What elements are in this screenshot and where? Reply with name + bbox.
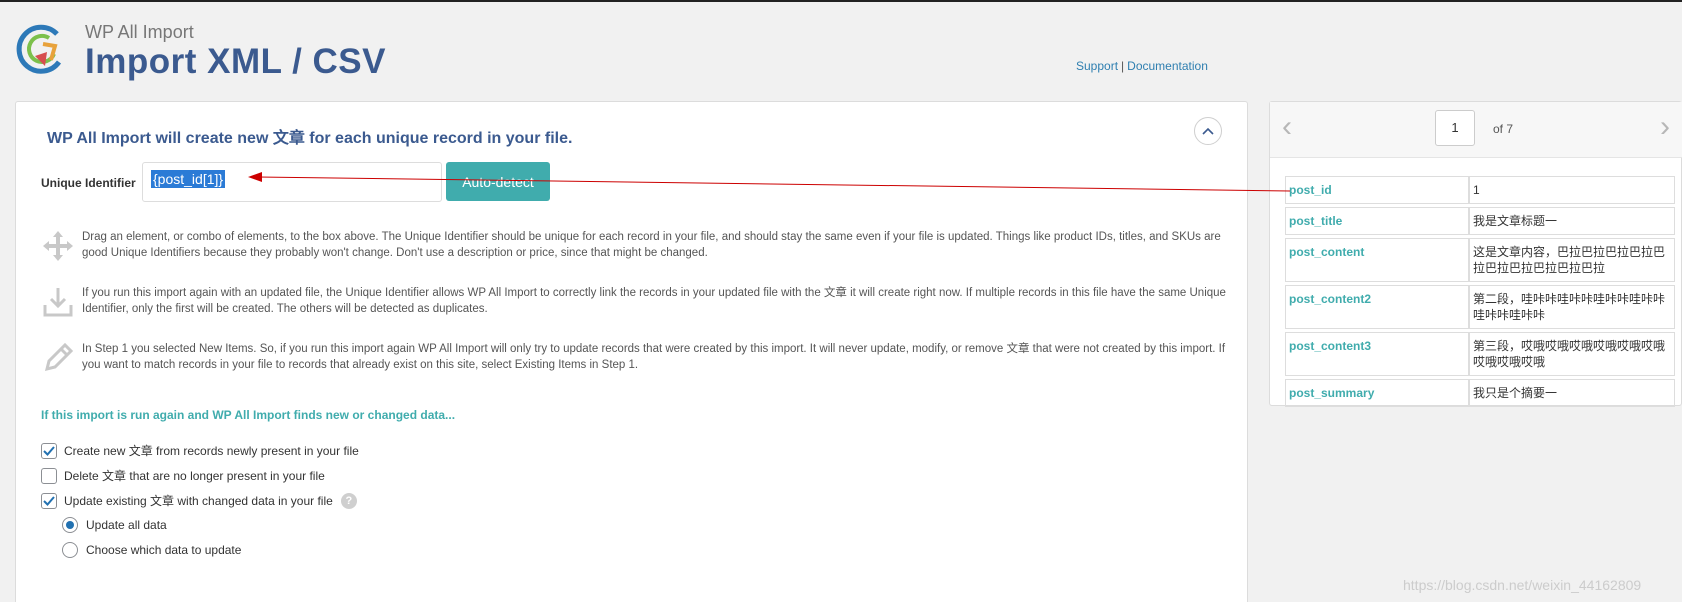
update-all-radio[interactable] <box>62 517 78 533</box>
table-row: post_title 我是文章标题一 <box>1285 207 1675 235</box>
mode-update-all[interactable]: Update all data <box>62 517 167 533</box>
unique-identifier-input[interactable]: {post_id[1]} <box>142 162 442 202</box>
option-label: Delete 文章 that are no longer present in … <box>64 469 325 483</box>
record-value[interactable]: 1 <box>1469 176 1675 204</box>
unique-identifier-panel: WP All Import will create new 文章 for eac… <box>15 101 1248 602</box>
drag-move-icon <box>43 231 73 261</box>
help-links: Support | Documentation <box>1076 59 1208 73</box>
record-key[interactable]: post_title <box>1285 207 1469 235</box>
record-table: post_id 1 post_title 我是文章标题一 post_conten… <box>1285 173 1675 410</box>
record-key[interactable]: post_content2 <box>1285 285 1469 329</box>
wp-all-import-logo-icon <box>16 24 62 74</box>
page-title: Import XML / CSV <box>85 42 386 81</box>
record-value[interactable]: 我是文章标题一 <box>1469 207 1675 235</box>
app-name: WP All Import <box>85 22 194 42</box>
auto-detect-button[interactable]: Auto-detect <box>446 162 550 201</box>
help-icon[interactable]: ? <box>340 492 357 509</box>
mode-label: Update all data <box>86 518 167 532</box>
info-text: Drag an element, or combo of elements, t… <box>82 231 1221 259</box>
record-value[interactable]: 第三段，哎哦哎哦哎哦哎哦哎哦哎哦哎哦哎哦哎哦 <box>1469 332 1675 376</box>
info-drag: Drag an element, or combo of elements, t… <box>41 229 1231 269</box>
update-existing-checkbox[interactable] <box>41 492 57 509</box>
option-label: Create new 文章 from records newly present… <box>64 444 359 458</box>
chevron-up-icon <box>1202 127 1214 135</box>
info-update: If you run this import again with an upd… <box>41 285 1231 325</box>
option-label: Update existing 文章 with changed data in … <box>64 494 333 508</box>
record-key[interactable]: post_summary <box>1285 379 1469 407</box>
info-text: In Step 1 you selected New Items. So, if… <box>82 343 1226 371</box>
link-separator: | <box>1121 59 1125 73</box>
record-pager: ‹ 1 of 7 › <box>1270 102 1682 158</box>
pencil-icon <box>44 342 74 372</box>
collapse-button[interactable] <box>1194 117 1222 145</box>
table-row: post_id 1 <box>1285 176 1675 204</box>
info-text: If you run this import again with an upd… <box>82 287 1226 315</box>
choose-data-radio[interactable] <box>62 542 78 558</box>
watermark: https://blog.csdn.net/weixin_44162809 <box>1403 577 1642 593</box>
mode-choose-data[interactable]: Choose which data to update <box>62 542 241 558</box>
mode-label: Choose which data to update <box>86 543 242 557</box>
record-value[interactable]: 我只是个摘要一 <box>1469 379 1675 407</box>
panel-heading: WP All Import will create new 文章 for eac… <box>47 130 573 147</box>
option-delete-missing[interactable]: Delete 文章 that are no longer present in … <box>41 467 325 484</box>
record-key[interactable]: post_content <box>1285 238 1469 282</box>
import-again-heading: If this import is run again and WP All I… <box>41 408 456 422</box>
create-new-checkbox[interactable] <box>41 442 57 459</box>
table-row: post_summary 我只是个摘要一 <box>1285 379 1675 407</box>
record-page-input[interactable]: 1 <box>1435 110 1475 146</box>
table-row: post_content 这是文章内容，巴拉巴拉巴拉巴拉巴拉巴拉巴拉巴拉巴拉巴拉 <box>1285 238 1675 282</box>
record-value[interactable]: 这是文章内容，巴拉巴拉巴拉巴拉巴拉巴拉巴拉巴拉巴拉巴拉 <box>1469 238 1675 282</box>
page-count: of 7 <box>1493 122 1514 136</box>
record-key[interactable]: post_id <box>1285 176 1469 204</box>
record-preview-panel: ‹ 1 of 7 › post_id 1 post_title 我是文章标题一 … <box>1269 101 1682 407</box>
previous-record-icon[interactable]: ‹ <box>1282 112 1292 142</box>
record-key[interactable]: post_content3 <box>1285 332 1469 376</box>
support-link[interactable]: Support <box>1076 59 1118 73</box>
checkmark-icon <box>43 445 55 456</box>
next-record-icon[interactable]: › <box>1660 112 1670 142</box>
option-create-new[interactable]: Create new 文章 from records newly present… <box>41 442 359 459</box>
documentation-link[interactable]: Documentation <box>1127 59 1208 73</box>
unique-identifier-label: Unique Identifier <box>41 176 136 190</box>
info-step1: In Step 1 you selected New Items. So, if… <box>41 341 1231 381</box>
delete-missing-checkbox[interactable] <box>41 467 57 484</box>
unique-identifier-value: {post_id[1]} <box>151 170 226 188</box>
option-update-existing[interactable]: Update existing 文章 with changed data in … <box>41 492 357 509</box>
download-tray-icon <box>43 288 73 317</box>
checkmark-icon <box>43 495 55 506</box>
table-row: post_content3 第三段，哎哦哎哦哎哦哎哦哎哦哎哦哎哦哎哦哎哦 <box>1285 332 1675 376</box>
table-row: post_content2 第二段，哇咔咔哇咔咔哇咔咔哇咔咔哇咔咔哇咔咔 <box>1285 285 1675 329</box>
record-value[interactable]: 第二段，哇咔咔哇咔咔哇咔咔哇咔咔哇咔咔哇咔咔 <box>1469 285 1675 329</box>
